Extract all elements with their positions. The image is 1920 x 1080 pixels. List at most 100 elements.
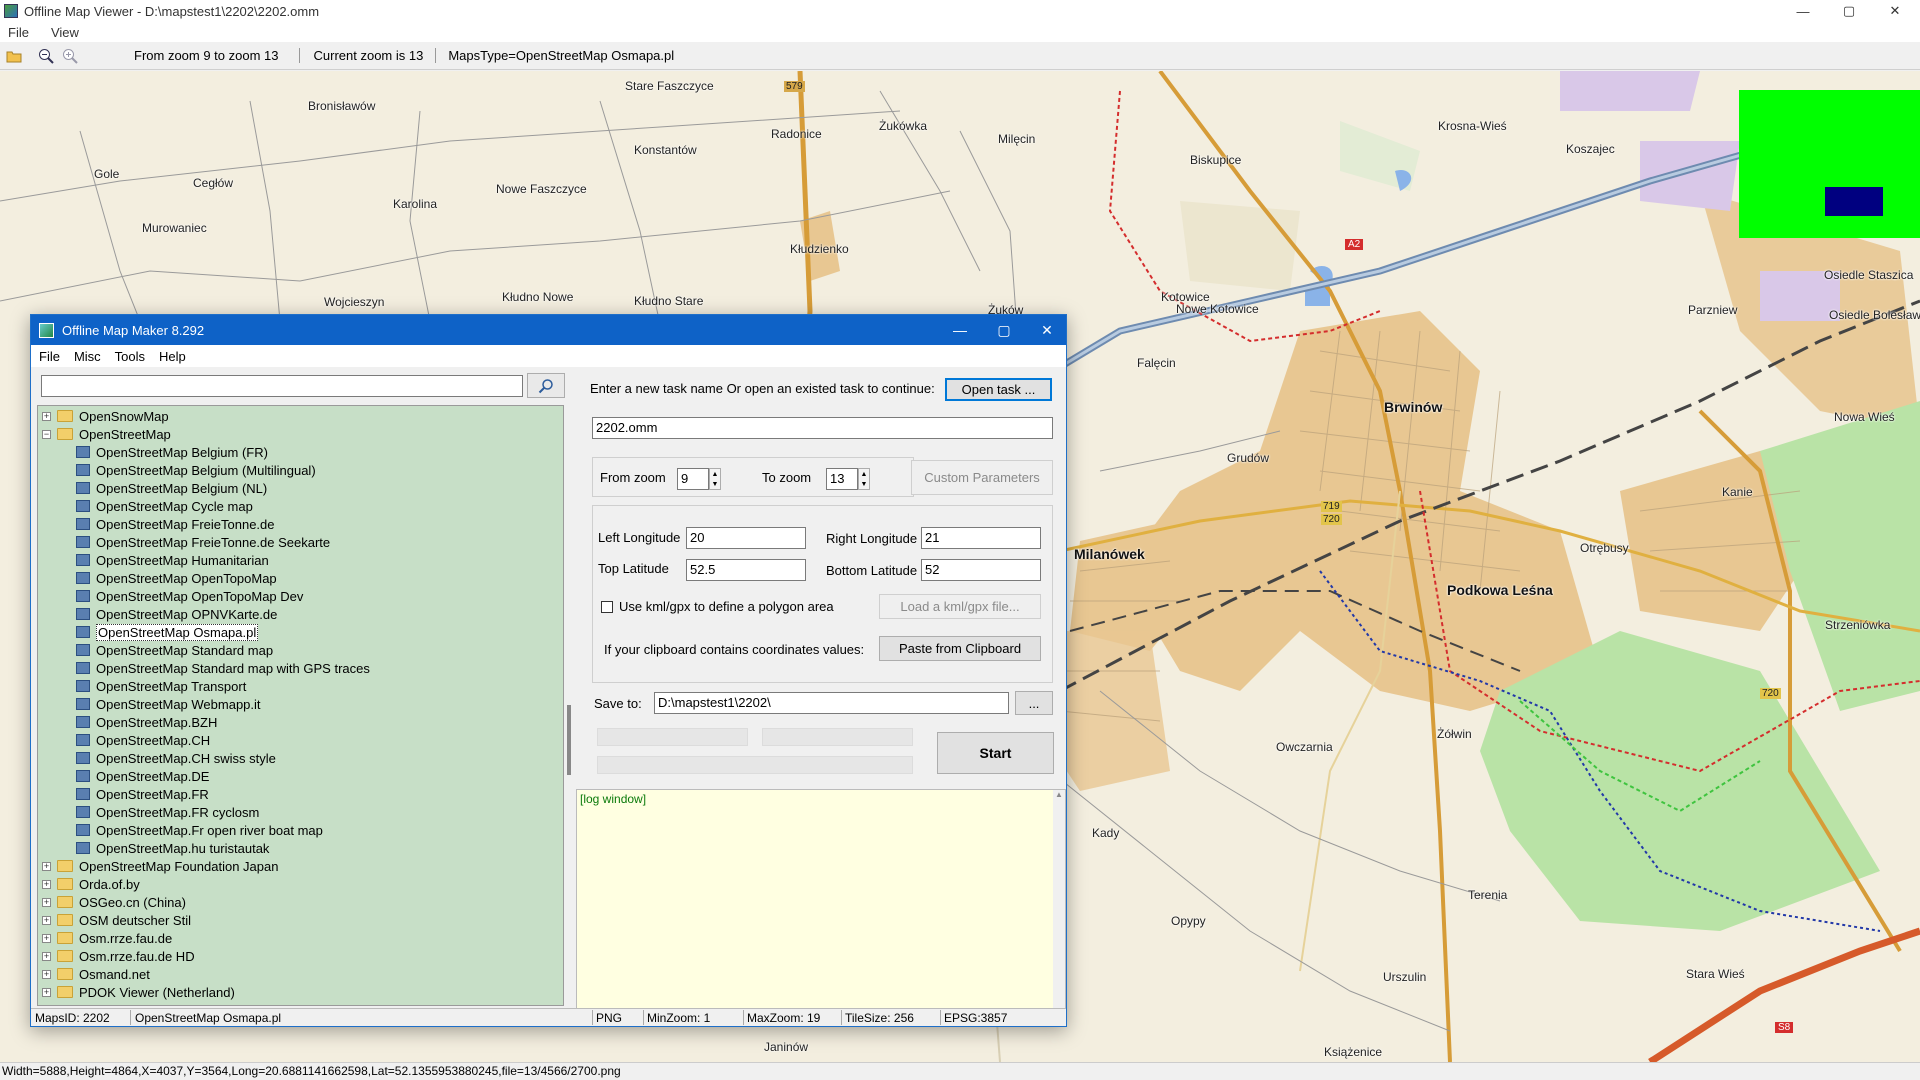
log-window[interactable]: [log window] ▲ [576,789,1066,1010]
kml-checkbox[interactable] [601,601,613,613]
zoom-in-icon[interactable] [60,46,80,66]
dialog-minimize-button[interactable]: — [937,315,983,345]
expand-icon[interactable]: + [42,969,51,979]
save-to-input[interactable]: D:\mapstest1\2202\ [654,692,1009,714]
dialog-menu-file[interactable]: File [39,349,60,364]
tree-item[interactable]: OpenStreetMap.hu turistautak [76,839,269,857]
tree-item[interactable]: OpenStreetMap OpenTopoMap [76,569,277,587]
tree-label: Osm.rrze.fau.de HD [79,948,195,964]
tree-item[interactable]: OpenStreetMap Webmapp.it [76,695,261,713]
right-longitude-input[interactable]: 21 [921,527,1041,549]
tree-folder[interactable]: + Orda.of.by [42,875,140,893]
tree-folder[interactable]: + OpenSnowMap [42,407,169,425]
expand-icon[interactable]: + [42,987,51,997]
tree-item[interactable]: OpenStreetMap FreieTonne.de Seekarte [76,533,330,551]
menu-view[interactable]: View [51,25,79,40]
dialog-maximize-button[interactable]: ▢ [981,315,1027,345]
road-shield: S8 [1775,1022,1794,1033]
dialog-menu-help[interactable]: Help [159,349,186,364]
start-button[interactable]: Start [937,732,1054,774]
tree-folder[interactable]: + OSM deutscher Stil [42,911,191,929]
tree-item[interactable]: OpenStreetMap.FR [76,785,209,803]
tree-folder[interactable]: + OpenStreetMap Foundation Japan [42,857,278,875]
tree-item[interactable]: OpenStreetMap.FR cyclosm [76,803,259,821]
from-zoom-stepper[interactable]: ▲ ▼ [709,468,721,490]
map-maker-dialog: Offline Map Maker 8.292 — ▢ ✕ File Misc … [30,314,1067,1027]
stepper-down-icon[interactable]: ▼ [712,481,719,488]
tree-folder[interactable]: + OSGeo.cn (China) [42,893,186,911]
tree-label: OpenStreetMap.DE [96,768,210,784]
stepper-up-icon[interactable]: ▲ [861,471,868,478]
tree-item[interactable]: OpenStreetMap Standard map with GPS trac… [76,659,370,677]
tree-item[interactable]: OpenStreetMap Transport [76,677,246,695]
place-label: Falęcin [1137,356,1176,370]
tree-item[interactable]: OpenStreetMap Humanitarian [76,551,269,569]
tree-item[interactable]: OpenStreetMap.CH swiss style [76,749,276,767]
paste-from-clipboard-button[interactable]: Paste from Clipboard [879,636,1041,661]
bottom-latitude-input[interactable]: 52 [921,559,1041,581]
to-zoom-input[interactable]: 13 [826,468,858,490]
from-zoom-input[interactable]: 9 [677,468,709,490]
close-button[interactable]: ✕ [1872,0,1918,22]
search-input[interactable] [41,375,523,397]
left-longitude-input[interactable]: 20 [686,527,806,549]
tree-item[interactable]: OpenStreetMap Osmapa.pl [76,623,259,641]
tree-item[interactable]: OpenStreetMap.BZH [76,713,217,731]
expand-icon[interactable]: + [42,861,51,871]
tree-folder[interactable]: + Osm.rrze.fau.de HD [42,947,195,965]
overview-minimap[interactable] [1739,90,1920,238]
place-label: Janinów [764,1040,809,1054]
custom-parameters-button[interactable]: Custom Parameters [911,460,1053,495]
stepper-down-icon[interactable]: ▼ [861,481,868,488]
dialog-close-button[interactable]: ✕ [1024,315,1070,345]
expand-icon[interactable]: + [42,915,51,925]
tree-scrollbar[interactable] [564,405,576,1006]
map-icon [76,716,90,728]
menu-file[interactable]: File [8,25,29,40]
log-scrollbar[interactable]: ▲ [1053,790,1065,1009]
open-folder-icon[interactable] [4,46,24,66]
tree-folder[interactable]: + Osmand.net [42,965,150,983]
expand-icon[interactable]: + [42,897,51,907]
open-task-button[interactable]: Open task ... [945,378,1052,401]
to-zoom-stepper[interactable]: ▲ ▼ [858,468,870,490]
load-kml-button[interactable]: Load a kml/gpx file... [879,594,1041,619]
map-icon [76,536,90,548]
maximize-button[interactable]: ▢ [1826,0,1872,22]
minimize-button[interactable]: — [1780,0,1826,22]
tree-item[interactable]: OpenStreetMap.CH [76,731,210,749]
tree-item[interactable]: OpenStreetMap.DE [76,767,209,785]
dialog-titlebar[interactable]: Offline Map Maker 8.292 — ▢ ✕ [31,315,1066,345]
browse-button[interactable]: ... [1015,691,1053,715]
top-latitude-input[interactable]: 52.5 [686,559,806,581]
tree-item[interactable]: OpenStreetMap OpenTopoMap Dev [76,587,303,605]
tree-label: PDOK Viewer (Netherland) [79,984,235,1000]
expand-icon[interactable]: + [42,951,51,961]
tree-folder[interactable]: + PDOK Viewer (Netherland) [42,983,235,1001]
search-button[interactable] [527,373,565,398]
dialog-menu-tools[interactable]: Tools [115,349,145,364]
maps-tree[interactable]: + OpenSnowMap − OpenStreetMap OpenStreetMap … [37,405,564,1006]
main-menubar: File View [0,22,1920,42]
expand-icon[interactable]: + [42,879,51,889]
window-titlebar: Offline Map Viewer - D:\mapstest1\2202\2… [0,0,1920,22]
tree-item[interactable]: OpenStreetMap Belgium (NL) [76,479,267,497]
expand-icon[interactable]: + [42,933,51,943]
tree-item[interactable]: OpenStreetMap.Fr open river boat map [76,821,323,839]
tree-item[interactable]: OpenStreetMap Standard map [76,641,273,659]
tree-item[interactable]: OpenStreetMap Cycle map [76,497,253,515]
tree-item[interactable]: OpenStreetMap Belgium (Multilingual) [76,461,316,479]
overview-viewport-box[interactable] [1825,187,1883,216]
stepper-up-icon[interactable]: ▲ [712,471,719,478]
collapse-icon[interactable]: − [42,429,51,439]
tree-item[interactable]: OpenStreetMap Belgium (FR) [76,443,268,461]
expand-icon[interactable]: + [42,411,51,421]
tree-folder[interactable]: − OpenStreetMap [42,425,171,443]
zoom-out-icon[interactable] [36,46,56,66]
tree-scrollbar-thumb[interactable] [567,705,571,775]
task-name-input[interactable]: 2202.omm [592,417,1053,439]
tree-item[interactable]: OpenStreetMap OPNVKarte.de [76,605,277,623]
tree-folder[interactable]: + Osm.rrze.fau.de [42,929,172,947]
tree-item[interactable]: OpenStreetMap FreieTonne.de [76,515,275,533]
dialog-menu-misc[interactable]: Misc [74,349,101,364]
